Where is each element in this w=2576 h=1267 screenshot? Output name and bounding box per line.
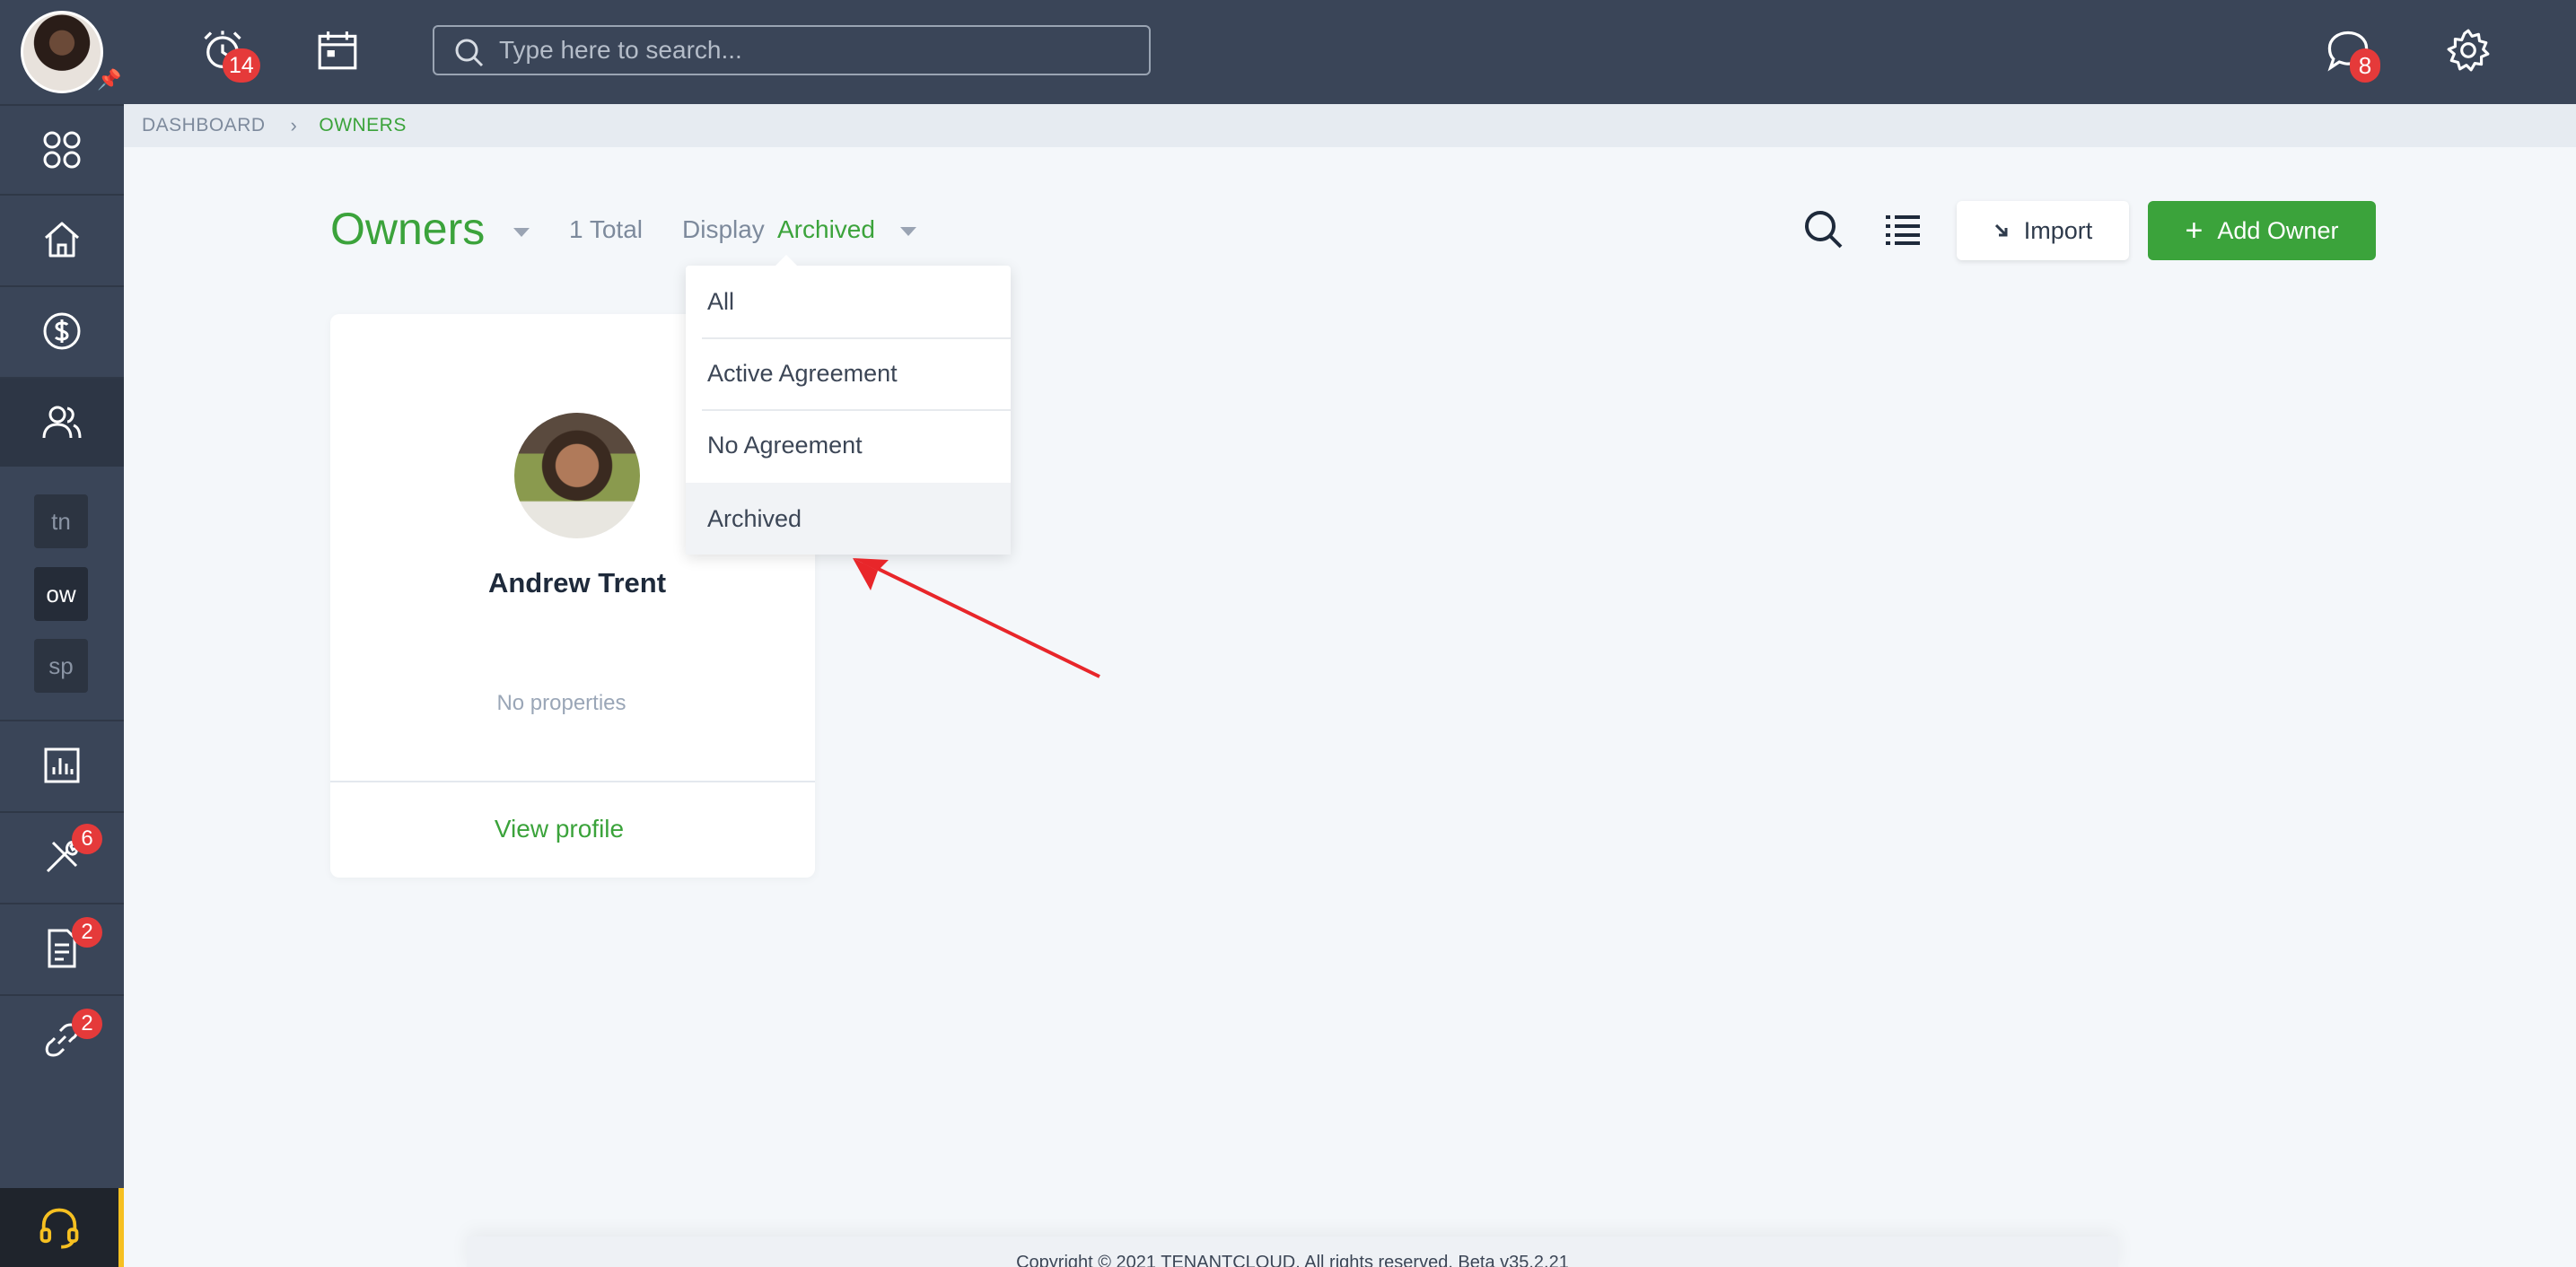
sidebar-tag-tenants[interactable]: tn xyxy=(34,494,88,548)
import-label: Import xyxy=(2023,216,2093,244)
owners-total: 1 Total xyxy=(569,215,643,243)
sidebar-item-people[interactable] xyxy=(0,377,124,467)
messages-badge: 8 xyxy=(2350,48,2380,83)
display-label: Display xyxy=(682,215,765,243)
breadcrumb: DASHBOARD › OWNERS xyxy=(124,104,2576,147)
user-avatar-area[interactable]: 📌 xyxy=(0,0,124,104)
settings-button[interactable] xyxy=(2440,22,2497,79)
card-divider xyxy=(330,781,815,782)
search-icon xyxy=(1805,211,1843,249)
import-arrow-icon xyxy=(1994,223,2008,237)
dropdown-option-no-agreement[interactable]: No Agreement xyxy=(686,409,1011,481)
chevron-right-icon: › xyxy=(290,114,298,136)
breadcrumb-dashboard[interactable]: DASHBOARD xyxy=(142,115,266,136)
documents-badge: 2 xyxy=(72,917,102,948)
view-profile-link[interactable]: View profile xyxy=(330,815,788,843)
list-icon xyxy=(1886,215,1920,245)
copyright-text: Copyright © 2021 TENANTCLOUD. All rights… xyxy=(1016,1253,1569,1267)
dropdown-option-all[interactable]: All xyxy=(686,266,1011,337)
links-badge: 2 xyxy=(72,1009,102,1039)
users-icon xyxy=(42,406,82,439)
search-owners-button[interactable] xyxy=(1802,208,1845,251)
home-icon xyxy=(45,222,79,258)
headset-icon xyxy=(39,1208,79,1249)
sidebar-tag-service-pros[interactable]: sp xyxy=(34,639,88,693)
user-avatar[interactable] xyxy=(21,11,103,93)
annotation-arrow-icon xyxy=(853,558,1100,678)
add-owner-label: Add Owner xyxy=(2217,216,2339,244)
sidebar-item-maintenance[interactable]: 6 xyxy=(0,811,124,901)
alarm-badge: 14 xyxy=(223,48,260,83)
alarm-button[interactable]: 14 xyxy=(194,22,260,83)
search-input[interactable] xyxy=(499,36,1127,65)
search-icon xyxy=(455,39,484,67)
dollar-circle-icon xyxy=(43,312,81,350)
display-dropdown: All Active Agreement No Agreement Archiv… xyxy=(686,255,1011,555)
support-button[interactable] xyxy=(0,1188,124,1267)
sidebar: 📌 tn ow sp 6 2 2 xyxy=(0,0,124,1267)
sidebar-item-documents[interactable]: 2 xyxy=(0,903,124,992)
messages-button[interactable]: 8 xyxy=(2319,22,2380,83)
footer: Copyright © 2021 TENANTCLOUD. All rights… xyxy=(467,1236,2118,1267)
plus-icon: + xyxy=(2185,214,2204,248)
chevron-down-icon xyxy=(899,226,916,236)
breadcrumb-owners: OWNERS xyxy=(319,115,407,135)
sidebar-item-payments[interactable] xyxy=(0,285,124,375)
page-title-menu[interactable]: Owners xyxy=(330,203,530,255)
owner-name: Andrew Trent xyxy=(487,567,667,599)
dropdown-option-active-agreement[interactable]: Active Agreement xyxy=(686,337,1011,409)
topbar: 14 8 xyxy=(124,0,2576,104)
list-view-button[interactable] xyxy=(1881,208,1924,251)
sidebar-tag-owners[interactable]: ow xyxy=(34,567,88,621)
apps-grid-icon xyxy=(43,131,81,169)
add-owner-button[interactable]: + Add Owner xyxy=(2148,201,2376,260)
calendar-icon xyxy=(318,31,357,70)
display-filter-value: Archived xyxy=(777,215,875,243)
maintenance-badge: 6 xyxy=(72,824,102,854)
calendar-button[interactable] xyxy=(309,22,366,79)
sidebar-item-home[interactable] xyxy=(0,194,124,284)
sidebar-item-links[interactable]: 2 xyxy=(0,994,124,1084)
page-title: Owners xyxy=(330,204,486,254)
global-search[interactable] xyxy=(433,25,1151,75)
sidebar-item-apps[interactable] xyxy=(0,104,124,194)
owner-photo xyxy=(514,413,640,538)
gear-icon xyxy=(2447,29,2490,72)
import-button[interactable]: Import xyxy=(1957,201,2129,260)
sidebar-item-reports[interactable] xyxy=(0,720,124,809)
display-filter[interactable]: Archived xyxy=(777,215,916,244)
chevron-down-icon xyxy=(513,227,530,237)
dropdown-option-archived[interactable]: Archived xyxy=(686,483,1011,555)
chart-icon xyxy=(44,747,80,783)
pin-icon[interactable]: 📌 xyxy=(97,68,121,92)
owner-properties: No properties xyxy=(496,691,626,715)
